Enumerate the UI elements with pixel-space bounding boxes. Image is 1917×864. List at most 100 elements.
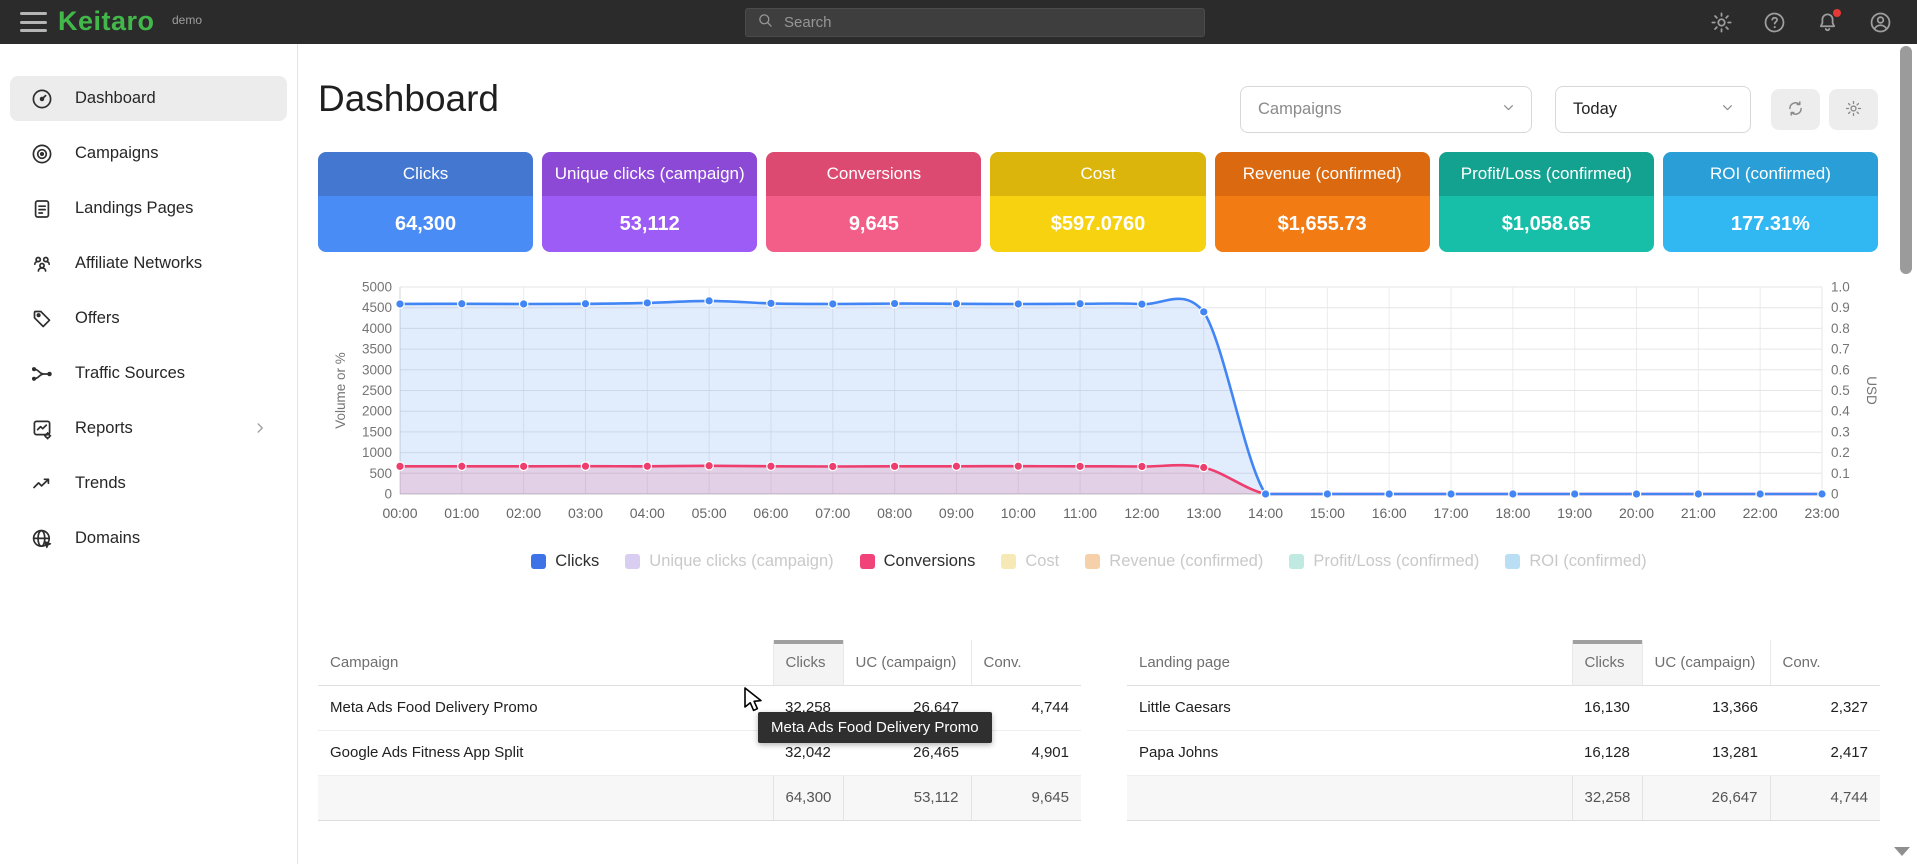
total-cell: 32,258 bbox=[1572, 775, 1642, 820]
table-row[interactable]: Little Caesars 16,13013,3662,327 bbox=[1127, 685, 1880, 730]
metric-card-value: $1,655.73 bbox=[1215, 196, 1430, 252]
dashboard-controls: Campaigns Today bbox=[1240, 86, 1878, 133]
column-header-clicks[interactable]: Clicks bbox=[773, 640, 843, 685]
brand-suffix: demo bbox=[172, 13, 202, 27]
search-icon bbox=[756, 11, 775, 35]
metric-card-label: ROI (confirmed) bbox=[1663, 152, 1878, 196]
column-header-clicks[interactable]: Clicks bbox=[1572, 640, 1642, 685]
search-input[interactable] bbox=[784, 14, 1194, 31]
svg-text:16:00: 16:00 bbox=[1372, 505, 1407, 521]
legend-swatch bbox=[1085, 554, 1100, 569]
column-header-conv-[interactable]: Conv. bbox=[1770, 640, 1880, 685]
legend-item-clicks[interactable]: Clicks bbox=[531, 552, 599, 571]
document-icon bbox=[30, 197, 54, 221]
column-header-name[interactable]: Landing page bbox=[1127, 640, 1572, 685]
metric-card-label: Conversions bbox=[766, 152, 981, 196]
sidebar-item-label: Offers bbox=[75, 309, 120, 328]
column-header-conv-[interactable]: Conv. bbox=[971, 640, 1081, 685]
dashboard-settings-button[interactable] bbox=[1829, 89, 1878, 130]
svg-text:01:00: 01:00 bbox=[444, 505, 479, 521]
total-cell: 64,300 bbox=[773, 775, 843, 820]
row-name-cell[interactable]: Meta Ads Food Delivery Promo bbox=[318, 685, 773, 730]
total-cell: 9,645 bbox=[971, 775, 1081, 820]
legend-item-conversions[interactable]: Conversions bbox=[860, 552, 976, 571]
metric-card-label: Profit/Loss (confirmed) bbox=[1439, 152, 1654, 196]
svg-text:500: 500 bbox=[369, 466, 392, 481]
sidebar-item-offers[interactable]: Offers bbox=[10, 296, 287, 341]
scroll-down-arrow-icon[interactable] bbox=[1894, 847, 1910, 856]
svg-text:07:00: 07:00 bbox=[815, 505, 850, 521]
total-cell: 26,647 bbox=[1642, 775, 1770, 820]
svg-text:4500: 4500 bbox=[362, 300, 392, 315]
svg-text:4000: 4000 bbox=[362, 321, 392, 336]
sort-indicator bbox=[1573, 640, 1642, 644]
chevron-down-icon bbox=[1719, 99, 1736, 121]
landing-pages-table: Landing page Clicks UC (campaign) Conv. … bbox=[1127, 640, 1880, 821]
sidebar-item-domains[interactable]: Domains bbox=[10, 516, 287, 561]
metric-card-value: 53,112 bbox=[542, 196, 757, 252]
svg-text:0: 0 bbox=[384, 487, 392, 502]
topbar-icons bbox=[1708, 0, 1893, 44]
sidebar-item-landings-pages[interactable]: Landings Pages bbox=[10, 186, 287, 231]
svg-text:09:00: 09:00 bbox=[939, 505, 974, 521]
svg-text:0.4: 0.4 bbox=[1831, 404, 1850, 419]
svg-text:5000: 5000 bbox=[362, 280, 392, 295]
sidebar-item-trends[interactable]: Trends bbox=[10, 461, 287, 506]
report-gear-icon bbox=[30, 417, 54, 441]
svg-text:12:00: 12:00 bbox=[1124, 505, 1159, 521]
legend-swatch bbox=[625, 554, 640, 569]
campaign-filter-select[interactable]: Campaigns bbox=[1240, 86, 1532, 133]
svg-text:0.9: 0.9 bbox=[1831, 300, 1850, 315]
metric-card-roi-confirmed-: ROI (confirmed) 177.31% bbox=[1663, 152, 1878, 252]
traffic-chart-svg: 0500100015002000250030003500400045005000… bbox=[318, 278, 1880, 540]
legend-item-profit-loss-confirmed-[interactable]: Profit/Loss (confirmed) bbox=[1289, 552, 1479, 571]
global-search[interactable] bbox=[745, 8, 1205, 37]
table-row[interactable]: Papa Johns 16,12813,2812,417 bbox=[1127, 730, 1880, 775]
hamburger-menu-icon[interactable] bbox=[20, 12, 47, 32]
svg-text:3500: 3500 bbox=[362, 342, 392, 357]
column-header-uc-campaign-[interactable]: UC (campaign) bbox=[843, 640, 971, 685]
app-root: Keitaro demo Dashboard Campaigns Landing… bbox=[0, 0, 1917, 864]
sidebar-item-campaigns[interactable]: Campaigns bbox=[10, 131, 287, 176]
legend-item-roi-confirmed-[interactable]: ROI (confirmed) bbox=[1505, 552, 1646, 571]
row-name-cell[interactable]: Google Ads Fitness App Split bbox=[318, 730, 773, 775]
legend-label: Clicks bbox=[555, 552, 599, 571]
trending-up-icon bbox=[30, 472, 54, 496]
split-icon bbox=[30, 362, 54, 386]
legend-item-revenue-confirmed-[interactable]: Revenue (confirmed) bbox=[1085, 552, 1263, 571]
refresh-button[interactable] bbox=[1771, 89, 1820, 130]
row-tooltip: Meta Ads Food Delivery Promo bbox=[758, 712, 992, 743]
topbar-gear-button[interactable] bbox=[1708, 9, 1734, 35]
tag-icon bbox=[30, 307, 54, 331]
svg-text:10:00: 10:00 bbox=[1001, 505, 1036, 521]
sidebar-item-reports[interactable]: Reports bbox=[10, 406, 287, 451]
sidebar-item-label: Domains bbox=[75, 529, 140, 548]
column-header-uc-campaign-[interactable]: UC (campaign) bbox=[1642, 640, 1770, 685]
help-icon bbox=[1762, 10, 1787, 35]
row-name-cell[interactable]: Papa Johns bbox=[1127, 730, 1572, 775]
metric-card-profit-loss-confirmed-: Profit/Loss (confirmed) $1,058.65 bbox=[1439, 152, 1654, 252]
refresh-icon bbox=[1785, 98, 1806, 119]
legend-item-cost[interactable]: Cost bbox=[1001, 552, 1059, 571]
sidebar-item-label: Landings Pages bbox=[75, 199, 193, 218]
vertical-scrollbar-thumb[interactable] bbox=[1900, 46, 1912, 274]
column-header-name[interactable]: Campaign bbox=[318, 640, 773, 685]
legend-swatch bbox=[860, 554, 875, 569]
legend-item-unique-clicks-campaign-[interactable]: Unique clicks (campaign) bbox=[625, 552, 833, 571]
topbar-bell-button[interactable] bbox=[1814, 9, 1840, 35]
sidebar-item-dashboard[interactable]: Dashboard bbox=[10, 76, 287, 121]
svg-text:Volume or %: Volume or % bbox=[333, 352, 348, 429]
svg-text:2000: 2000 bbox=[362, 404, 392, 419]
row-name-cell[interactable]: Little Caesars bbox=[1127, 685, 1572, 730]
svg-text:15:00: 15:00 bbox=[1310, 505, 1345, 521]
totals-row: 64,30053,1129,645 bbox=[318, 775, 1081, 820]
svg-text:1000: 1000 bbox=[362, 445, 392, 460]
sidebar-item-traffic-sources[interactable]: Traffic Sources bbox=[10, 351, 287, 396]
svg-text:05:00: 05:00 bbox=[692, 505, 727, 521]
svg-text:08:00: 08:00 bbox=[877, 505, 912, 521]
date-range-select[interactable]: Today bbox=[1555, 86, 1751, 133]
sidebar-item-affiliate-networks[interactable]: Affiliate Networks bbox=[10, 241, 287, 286]
topbar-help-button[interactable] bbox=[1761, 9, 1787, 35]
topbar-avatar-button[interactable] bbox=[1867, 9, 1893, 35]
chevron-down-icon bbox=[1500, 99, 1517, 116]
